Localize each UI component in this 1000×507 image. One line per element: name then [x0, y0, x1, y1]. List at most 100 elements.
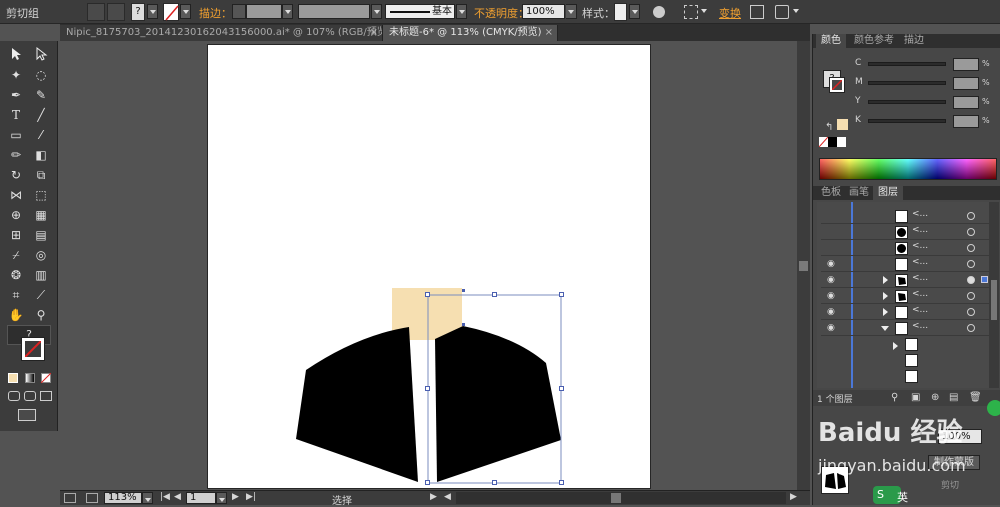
- stroke-box[interactable]: [21, 337, 45, 361]
- horizontal-scrollbar[interactable]: [456, 492, 786, 504]
- artboard[interactable]: [207, 44, 651, 489]
- layer-row[interactable]: <...: [821, 224, 989, 240]
- channel-slider-y[interactable]: [868, 100, 946, 104]
- layer-row[interactable]: ◉ <...: [821, 272, 989, 288]
- target-icon[interactable]: [967, 212, 975, 220]
- clip-label[interactable]: 剪切: [941, 478, 959, 491]
- free-transform-tool-icon[interactable]: ⬚: [33, 187, 49, 203]
- eye-icon[interactable]: ◉: [827, 307, 837, 317]
- expand-arrow-icon[interactable]: [893, 342, 898, 350]
- mask-thumb[interactable]: [821, 466, 849, 494]
- stroke-weight-dropdown[interactable]: [282, 4, 293, 19]
- collapse-arrow-icon[interactable]: [881, 326, 889, 331]
- opacity-field[interactable]: 100%: [522, 4, 565, 19]
- scroll-right-arrow[interactable]: ▶: [790, 492, 797, 502]
- scale-tool-icon[interactable]: ⧉: [33, 167, 49, 183]
- layer-row[interactable]: ◉ <...: [821, 304, 989, 320]
- channel-slider-m[interactable]: [868, 81, 946, 85]
- tab-swatches[interactable]: 色板: [816, 186, 846, 200]
- channel-slider-c[interactable]: [868, 62, 946, 66]
- close-icon[interactable]: ×: [545, 25, 553, 40]
- black-swatch[interactable]: [828, 137, 837, 147]
- line-tool-icon[interactable]: ╱: [33, 107, 49, 123]
- isolate-icon[interactable]: [750, 5, 764, 19]
- zoom-dropdown[interactable]: [142, 492, 153, 504]
- eyedropper-tool-icon[interactable]: ⌿: [8, 247, 24, 263]
- eye-icon[interactable]: ◉: [827, 259, 837, 269]
- perspective-grid-tool-icon[interactable]: ▦: [33, 207, 49, 223]
- layer-row[interactable]: ◉ <...: [821, 256, 989, 272]
- target-icon[interactable]: [967, 292, 975, 300]
- panel-menu-dropdown[interactable]: [791, 4, 802, 19]
- layer-row[interactable]: <...: [821, 208, 989, 224]
- opacity-dropdown[interactable]: [566, 4, 577, 19]
- align-dropdown[interactable]: [699, 4, 710, 19]
- rectangle-tool-icon[interactable]: ▭: [8, 127, 24, 143]
- tab-doc-1[interactable]: Nipic_8175703_20141230162043156000.ai* @…: [60, 25, 383, 41]
- transform-link[interactable]: 变换: [719, 5, 741, 21]
- expand-arrow-icon[interactable]: [883, 292, 888, 300]
- layer-row[interactable]: ◉ <...: [821, 320, 989, 336]
- brush-dropdown[interactable]: [456, 4, 467, 19]
- zoom-tool-icon[interactable]: ⚲: [33, 307, 49, 323]
- target-icon[interactable]: [967, 324, 975, 332]
- channel-value-c[interactable]: [953, 58, 979, 71]
- isolate-group-icon[interactable]: [87, 3, 105, 21]
- lasso-tool-icon[interactable]: ◌: [33, 67, 49, 83]
- variable-width-field[interactable]: [298, 4, 370, 19]
- close-icon[interactable]: ×: [370, 25, 378, 40]
- panel-menu-icon[interactable]: [775, 5, 789, 19]
- magic-wand-tool-icon[interactable]: ✦: [8, 67, 24, 83]
- fill-dropdown[interactable]: [147, 4, 158, 19]
- selection-tool-icon[interactable]: [8, 47, 24, 63]
- rotate-tool-icon[interactable]: ↻: [8, 167, 24, 183]
- none-mode-icon[interactable]: [41, 373, 51, 383]
- channel-value-y[interactable]: [953, 96, 979, 109]
- none-swatch[interactable]: [819, 137, 828, 147]
- hand-tool-icon[interactable]: ✋: [8, 307, 24, 323]
- layer-row[interactable]: <...: [821, 240, 989, 256]
- white-swatch[interactable]: [837, 137, 846, 147]
- expand-arrow-icon[interactable]: [883, 308, 888, 316]
- opacity-label[interactable]: 不透明度：: [474, 5, 529, 21]
- tab-color[interactable]: 颜色: [816, 34, 846, 48]
- gamut-swatch[interactable]: [837, 119, 848, 130]
- artboard-dropdown[interactable]: [216, 492, 227, 504]
- make-mask-button[interactable]: 制作蒙版: [928, 455, 980, 470]
- locate-object-icon[interactable]: ⚲: [891, 392, 898, 403]
- color-stroke-box[interactable]: [829, 77, 845, 93]
- layer-row[interactable]: ◉ <...: [821, 288, 989, 304]
- horizontal-scroll-thumb[interactable]: [611, 493, 621, 503]
- stroke-dropdown[interactable]: [180, 4, 191, 19]
- prev-artboard-icon[interactable]: ◀: [174, 492, 181, 502]
- target-icon[interactable]: [967, 244, 975, 252]
- pencil-tool-icon[interactable]: ✏: [8, 147, 24, 163]
- vertical-scrollbar[interactable]: [797, 41, 810, 490]
- target-icon[interactable]: [967, 260, 975, 268]
- artboard-number-field[interactable]: 1: [186, 492, 216, 504]
- style-swatch[interactable]: [614, 3, 627, 21]
- fill-swatch[interactable]: ?: [131, 3, 145, 21]
- scrollbar-thumb[interactable]: [799, 261, 808, 271]
- tab-color-guide[interactable]: 颜色参考: [849, 34, 899, 48]
- clipping-mask-icon[interactable]: ▣: [911, 392, 920, 403]
- draw-mode-icon[interactable]: [8, 391, 20, 401]
- target-icon[interactable]: [967, 276, 975, 284]
- channel-value-k[interactable]: [953, 115, 979, 128]
- width-tool-icon[interactable]: ⋈: [8, 187, 24, 203]
- target-icon[interactable]: [967, 308, 975, 316]
- badge-green-icon[interactable]: [987, 400, 1000, 416]
- out-of-gamut-icon[interactable]: ↰: [825, 122, 833, 133]
- target-icon[interactable]: [967, 228, 975, 236]
- eye-icon[interactable]: ◉: [827, 275, 837, 285]
- symbol-sprayer-tool-icon[interactable]: ❂: [8, 267, 24, 283]
- shape-builder-tool-icon[interactable]: ⊕: [8, 207, 24, 223]
- stroke-swatch[interactable]: [163, 3, 179, 21]
- graph-tool-icon[interactable]: ▥: [33, 267, 49, 283]
- slice-tool-icon[interactable]: ⟋: [33, 287, 49, 303]
- color-mode-icon[interactable]: [8, 373, 18, 383]
- eye-icon[interactable]: ◉: [827, 323, 837, 333]
- type-tool-icon[interactable]: T: [8, 107, 24, 123]
- eraser-tool-icon[interactable]: ◧: [33, 147, 49, 163]
- edit-clip-icon[interactable]: [107, 3, 125, 21]
